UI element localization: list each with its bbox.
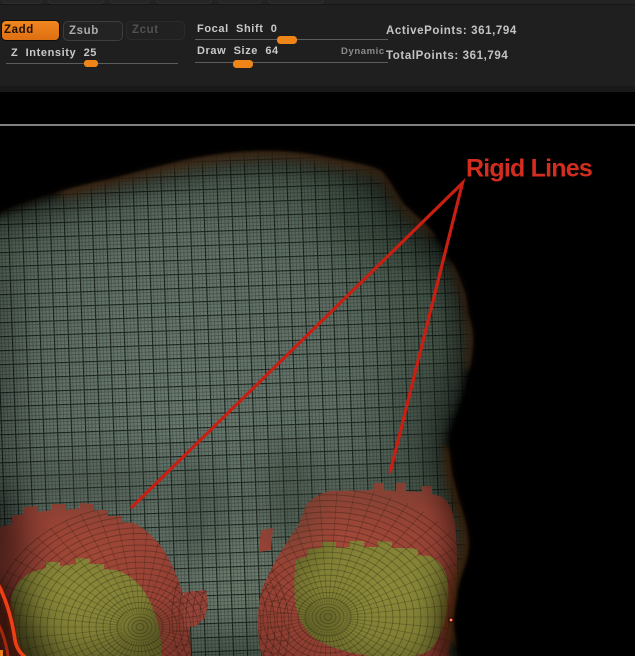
svg-text:Rigid Lines: Rigid Lines <box>466 155 592 183</box>
